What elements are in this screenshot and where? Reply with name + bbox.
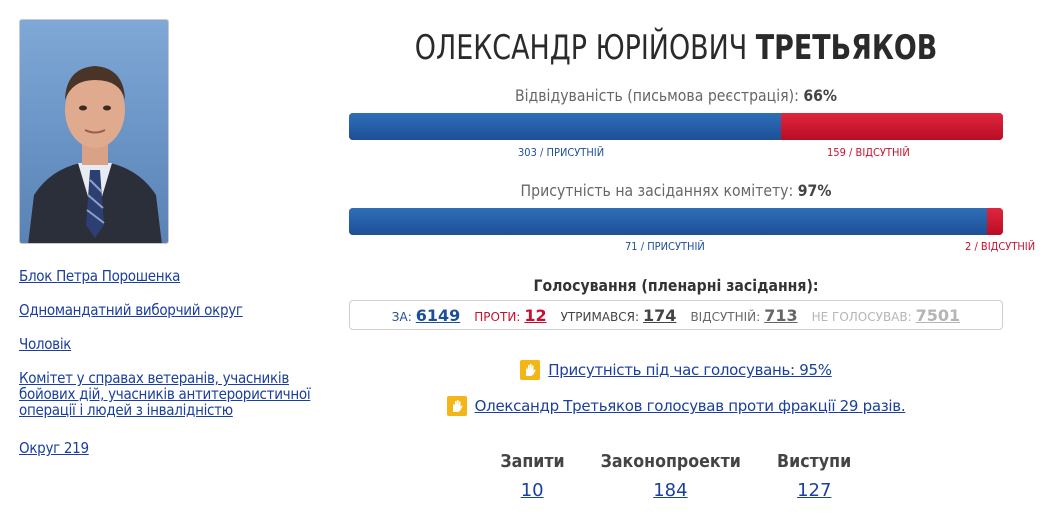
votes-title: Голосування (пленарні засідання):	[533, 276, 819, 295]
attendance-present-fill	[349, 113, 781, 140]
committee-label-text: Присутність на засіданнях комітету:	[520, 181, 794, 200]
counter-speeches-value[interactable]: 127	[772, 480, 856, 501]
votes-novote-label: НЕ ГОЛОСУВАВ:	[811, 309, 912, 324]
district-link[interactable]: Округ 219	[19, 440, 319, 456]
attendance-label: Відвідуваність (письмова реєстрація): 66…	[388, 86, 964, 105]
faction-line: Олександр Третьяков голосував проти фрак…	[349, 396, 1003, 416]
attendance-bar	[349, 113, 1003, 140]
attendance-percent: 66%	[803, 86, 838, 105]
deputy-name: ОЛЕКСАНДР ЮРІЙОВИЧ ТРЕТЬЯКОВ	[388, 28, 964, 68]
counter-requests-label: Запити	[500, 451, 565, 472]
presence-voting-link[interactable]: Присутність під час голосувань: 95%	[548, 361, 832, 379]
committee-present-fill	[349, 208, 987, 235]
votes-against-value[interactable]: 12	[524, 306, 546, 325]
activity-counters: Запити 10 Законопроекти 184 Виступи 127	[349, 451, 1003, 501]
committee-percent: 97%	[797, 181, 832, 200]
presence-line: Присутність під час голосувань: 95%	[349, 360, 1003, 380]
votes-novote: НЕ ГОЛОСУВАВ: 7501	[812, 306, 961, 325]
counter-bills-value[interactable]: 184	[591, 480, 750, 501]
counter-speeches: Виступи 127	[772, 451, 856, 501]
district-type-link[interactable]: Одномандатний виборчий округ	[19, 302, 319, 318]
committee-link[interactable]: Комітет у справах ветеранів, учасників б…	[19, 370, 319, 418]
committee-bar	[349, 208, 1003, 235]
attendance-present-caption: 303 / ПРИСУТНІЙ	[518, 146, 605, 159]
against-faction-link[interactable]: Олександр Третьяков голосував проти фрак…	[475, 397, 906, 415]
committee-present-caption: 71 / ПРИСУТНІЙ	[625, 240, 705, 253]
counter-bills: Законопроекти 184	[591, 451, 750, 501]
attendance-absent-fill	[780, 113, 1003, 140]
hand-vote-icon	[446, 396, 467, 416]
deputy-last-name: ТРЕТЬЯКОВ	[755, 28, 938, 68]
votes-for: ЗА: 6149	[392, 306, 460, 325]
counter-bills-label: Законопроекти	[600, 451, 741, 472]
committee-absent-fill	[986, 208, 1003, 235]
votes-abstain-value[interactable]: 174	[643, 306, 676, 325]
votes-abstain-label: УТРИМАВСЯ:	[560, 309, 640, 324]
votes-abstain: УТРИМАВСЯ: 174	[561, 306, 677, 325]
party-link[interactable]: Блок Петра Порошенка	[19, 268, 319, 284]
hand-vote-icon	[520, 360, 541, 380]
votes-absent-label: ВІДСУТНІЙ:	[690, 309, 761, 324]
deputy-first-names: ОЛЕКСАНДР ЮРІЙОВИЧ	[414, 28, 748, 68]
counter-speeches-label: Виступи	[777, 451, 852, 472]
counter-requests: Запити 10	[496, 451, 569, 501]
attendance-absent-caption: 159 / ВІДСУТНІЙ	[827, 146, 910, 159]
deputy-info-links: Блок Петра Порошенка Одномандатний вибор…	[19, 268, 319, 474]
votes-against: ПРОТИ: 12	[474, 306, 546, 325]
counter-requests-value[interactable]: 10	[496, 480, 569, 501]
votes-for-label: ЗА:	[391, 309, 412, 324]
votes-against-label: ПРОТИ:	[474, 309, 521, 324]
gender-link[interactable]: Чоловік	[19, 336, 319, 352]
votes-summary: ЗА: 6149 ПРОТИ: 12 УТРИМАВСЯ: 174 ВІДСУТ…	[349, 300, 1003, 330]
votes-for-value[interactable]: 6149	[416, 306, 461, 325]
votes-novote-value[interactable]: 7501	[916, 306, 961, 325]
committee-label: Присутність на засіданнях комітету: 97%	[388, 181, 964, 200]
committee-absent-caption: 2 / ВІДСУТНІЙ	[965, 240, 1036, 253]
deputy-photo	[19, 19, 169, 244]
votes-absent-value[interactable]: 713	[764, 306, 797, 325]
votes-absent: ВІДСУТНІЙ: 713	[690, 306, 797, 325]
attendance-label-text: Відвідуваність (письмова реєстрація):	[514, 86, 799, 105]
